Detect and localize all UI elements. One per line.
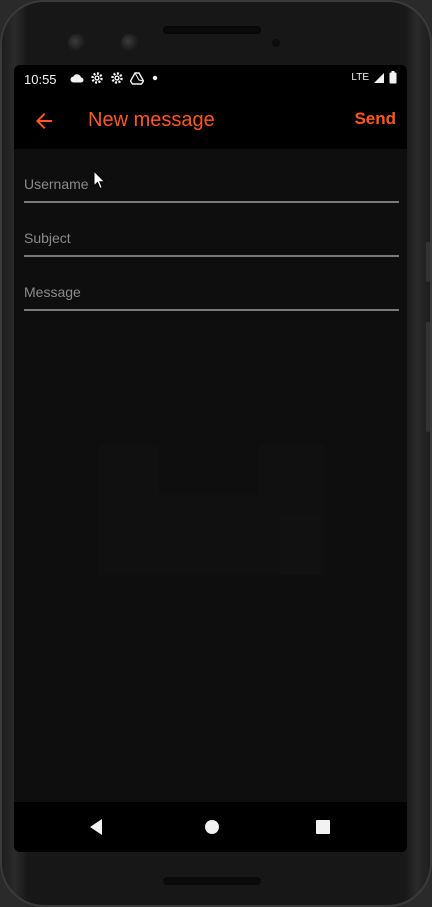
volume-button[interactable] [426, 242, 430, 282]
top-speaker [163, 26, 261, 34]
subject-input[interactable] [24, 221, 399, 255]
signal-icon [374, 72, 384, 83]
app-bar: New message Send [14, 93, 407, 149]
message-field[interactable] [24, 275, 399, 311]
page-title: New message [88, 109, 215, 131]
status-time: 10:55 [24, 72, 57, 87]
username-input[interactable] [24, 167, 399, 201]
notification-icons [70, 71, 160, 85]
gear-icon [91, 72, 103, 84]
proximity-sensor-icon [272, 39, 280, 47]
username-field[interactable] [24, 167, 399, 203]
message-input[interactable] [24, 275, 399, 309]
mouse-pointer-icon [93, 170, 106, 190]
screen: 10:55 LTE New message Send Username Subj… [14, 65, 407, 852]
front-camera-icon [68, 34, 86, 52]
cloud-icon [70, 74, 84, 83]
gear-icon [111, 72, 123, 84]
network-type: LTE [351, 72, 369, 83]
back-triangle-icon[interactable] [85, 815, 109, 839]
subject-field[interactable] [24, 221, 399, 257]
phone-frame: 10:55 LTE New message Send Username Subj… [0, 0, 432, 907]
bottom-speaker [163, 877, 261, 885]
back-arrow-icon[interactable] [32, 109, 56, 133]
recents-square-icon[interactable] [311, 815, 335, 839]
status-bar: 10:55 LTE [14, 65, 407, 93]
battery-icon [389, 71, 397, 84]
navigation-bar [14, 802, 407, 852]
system-icons: LTE [351, 71, 397, 84]
dot-icon [152, 75, 158, 81]
send-button[interactable]: Send [354, 109, 396, 129]
drive-icon [130, 71, 144, 85]
home-circle-icon[interactable] [200, 815, 224, 839]
background-logo-icon [99, 445, 324, 575]
front-sensor-icon [121, 34, 139, 52]
power-button[interactable] [426, 322, 430, 432]
